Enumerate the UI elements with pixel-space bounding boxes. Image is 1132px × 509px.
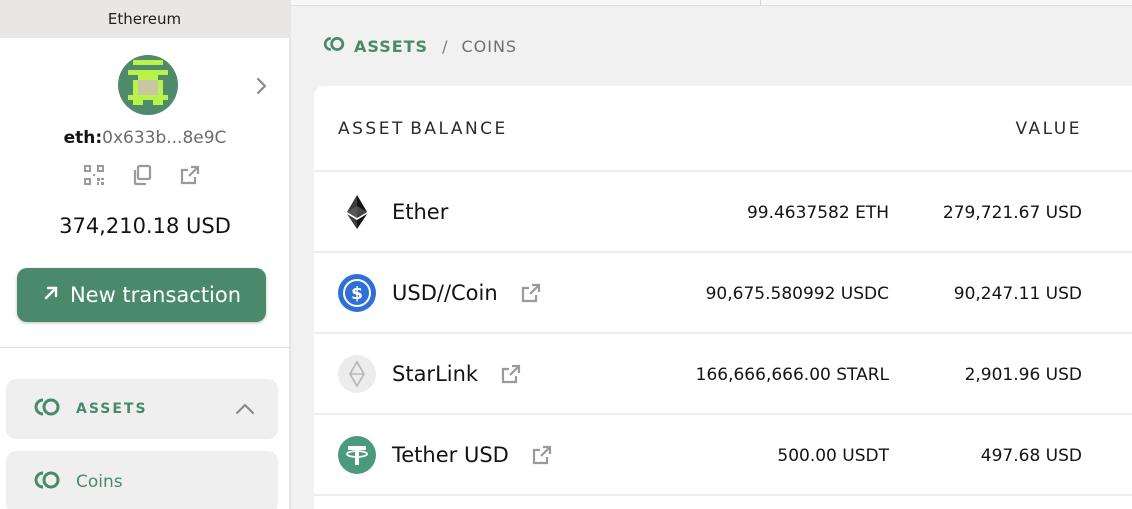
column-header-balance[interactable]: BALANCE <box>314 119 604 139</box>
sidebar-item-coins[interactable]: Coins <box>6 451 278 509</box>
top-bar <box>291 0 1132 6</box>
table-row[interactable]: Ether 99.4637582 ETH 279,721.67 USD <box>314 172 1132 253</box>
network-label: Ethereum <box>0 0 289 38</box>
breadcrumb-current: COINS <box>461 36 518 56</box>
asset-name: Ether <box>392 200 448 224</box>
sidebar-divider <box>0 347 290 348</box>
assets-icon <box>322 36 346 56</box>
arrow-up-right-icon <box>42 283 60 307</box>
ethereum-icon <box>338 193 376 231</box>
address-value: 0x633b...8e9C <box>102 128 227 148</box>
qr-code-icon[interactable] <box>82 162 106 188</box>
asset-balance: 500.00 USDT <box>777 446 889 466</box>
table-row[interactable]: Tether USD 500.00 USDT 497.68 USD <box>314 415 1132 496</box>
asset-name: USD//Coin <box>392 281 542 305</box>
asset-name-text: Tether USD <box>392 443 509 467</box>
assets-table: ASSET BALANCE VALUE Ether 99.4637582 ETH… <box>314 86 1132 509</box>
new-transaction-button[interactable]: New transaction <box>17 268 266 322</box>
new-transaction-label: New transaction <box>69 283 242 307</box>
external-link-icon[interactable] <box>178 162 202 188</box>
top-bar-divider <box>760 0 761 6</box>
sidebar-separator <box>290 0 291 509</box>
breadcrumb-assets-link[interactable]: ASSETS <box>354 37 428 56</box>
asset-value: 90,247.11 USD <box>953 284 1082 304</box>
sidebar-item-label: Coins <box>76 472 123 492</box>
table-row[interactable]: StarLink 166,666,666.00 STARL 2,901.96 U… <box>314 334 1132 415</box>
usdc-icon: $ <box>338 274 376 312</box>
copy-icon[interactable] <box>130 162 154 188</box>
asset-balance: 90,675.580992 USDC <box>705 284 889 304</box>
sidebar-item-assets[interactable]: ASSETS <box>6 379 278 439</box>
asset-balance: 99.4637582 ETH <box>746 203 889 223</box>
chevron-up-icon[interactable] <box>234 401 256 420</box>
starlink-icon <box>338 355 376 393</box>
svg-text:$: $ <box>351 284 363 304</box>
breadcrumb-separator: / <box>442 36 448 56</box>
external-link-icon[interactable] <box>531 444 553 466</box>
assets-icon <box>32 397 62 421</box>
asset-name-text: Ether <box>392 200 449 224</box>
address-actions <box>82 162 202 188</box>
total-balance: 374,210.18 USD <box>59 214 231 238</box>
breadcrumb: ASSETS / COINS <box>322 36 517 56</box>
account-address: eth:0x633b...8e9C <box>0 128 290 148</box>
external-link-icon[interactable] <box>520 282 542 304</box>
asset-balance: 166,666,666.00 STARL <box>695 365 889 385</box>
asset-name-text: StarLink <box>392 362 479 386</box>
asset-name: StarLink <box>392 362 522 386</box>
account-avatar[interactable] <box>118 55 178 115</box>
column-header-value[interactable]: VALUE <box>1016 119 1082 139</box>
asset-name-text: USD//Coin <box>392 281 498 305</box>
external-link-icon[interactable] <box>500 363 522 385</box>
tether-icon <box>338 436 376 474</box>
address-prefix: eth: <box>63 128 103 148</box>
asset-value: 497.68 USD <box>980 446 1082 466</box>
chevron-right-icon[interactable] <box>252 74 272 98</box>
asset-value: 279,721.67 USD <box>942 203 1082 223</box>
assets-icon <box>32 470 62 494</box>
sidebar: Ethereum eth:0x633b...8e9C 374,210.18 US… <box>0 0 290 509</box>
sidebar-item-label: ASSETS <box>76 401 148 417</box>
asset-value: 2,901.96 USD <box>964 365 1082 385</box>
table-header: ASSET BALANCE VALUE <box>314 86 1132 172</box>
table-row[interactable]: $ USD//Coin 90,675.580992 USDC 90,247.11… <box>314 253 1132 334</box>
asset-name: Tether USD <box>392 443 553 467</box>
